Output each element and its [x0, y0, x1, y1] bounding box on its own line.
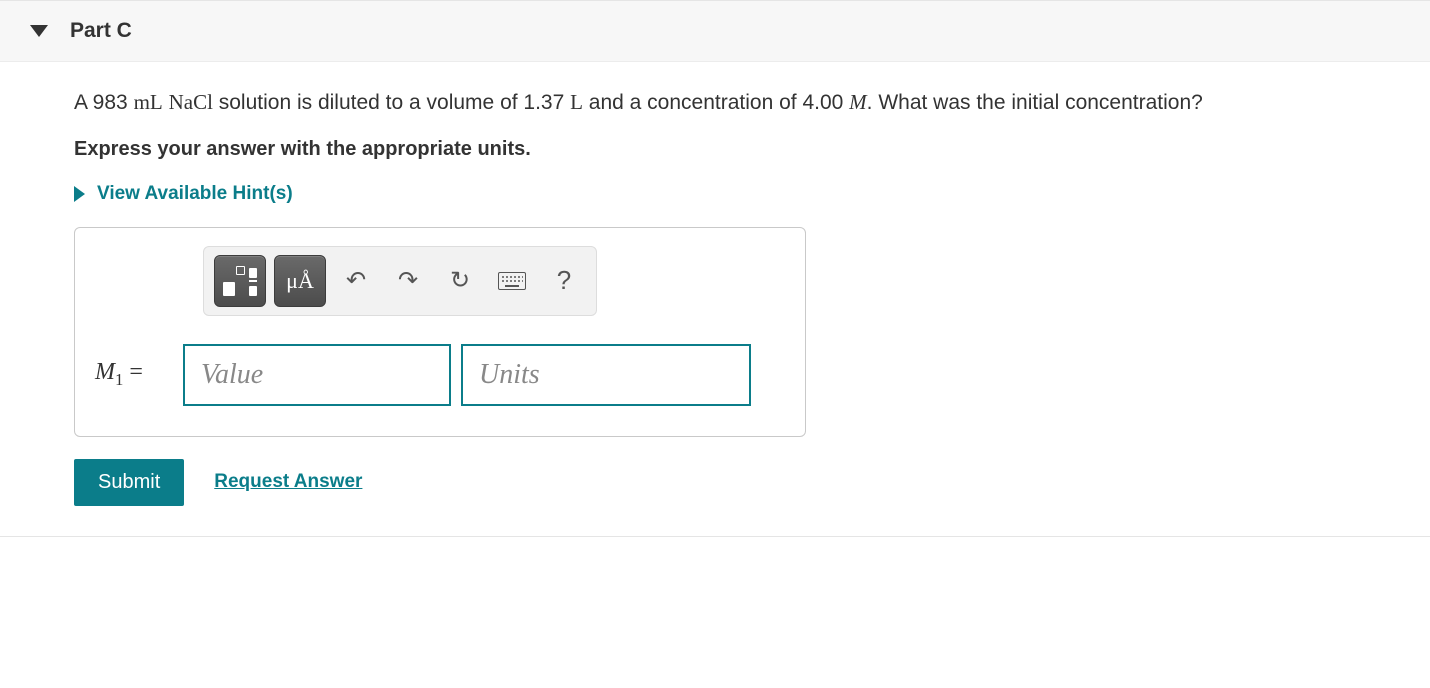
help-button[interactable]: ?	[542, 256, 586, 306]
request-answer-link[interactable]: Request Answer	[214, 471, 362, 493]
reset-button[interactable]: ↻	[438, 256, 482, 306]
mu-a-icon: μÅ	[286, 268, 314, 294]
help-icon: ?	[557, 265, 571, 296]
question-text: A 983 mL NaCl solution is diluted to a v…	[74, 86, 1360, 120]
undo-button[interactable]: ↶	[334, 256, 378, 306]
q-unit-ml: mL	[134, 90, 163, 114]
redo-icon: ↷	[398, 266, 418, 295]
instruction-text: Express your answer with the appropriate…	[74, 138, 1360, 161]
template-tool-button[interactable]	[214, 255, 266, 307]
answer-inputs: M1 = Value Units	[95, 344, 785, 406]
units-placeholder: Units	[479, 359, 540, 391]
editor-toolbar: μÅ ↶ ↷ ↻ ?	[203, 246, 597, 316]
part-header[interactable]: Part C	[0, 0, 1430, 62]
part-title: Part C	[70, 19, 132, 43]
undo-icon: ↶	[346, 266, 366, 295]
q-unit-m: M	[849, 90, 867, 114]
var-eq: =	[123, 359, 143, 385]
caret-right-icon	[74, 186, 85, 202]
view-hints-toggle[interactable]: View Available Hint(s)	[74, 183, 293, 205]
hints-label: View Available Hint(s)	[97, 183, 293, 205]
q-seg: A 983	[74, 91, 134, 114]
var-main: M	[95, 359, 115, 385]
keyboard-button[interactable]	[490, 256, 534, 306]
template-icon	[223, 266, 257, 296]
redo-button[interactable]: ↷	[386, 256, 430, 306]
value-input[interactable]: Value	[183, 344, 451, 406]
q-seg: and a concentration of 4.00	[583, 91, 849, 114]
keyboard-icon	[498, 272, 526, 290]
value-placeholder: Value	[201, 359, 263, 391]
reset-icon: ↻	[450, 266, 470, 295]
special-chars-button[interactable]: μÅ	[274, 255, 326, 307]
part-content: A 983 mL NaCl solution is diluted to a v…	[0, 62, 1430, 537]
q-chem: NaCl	[169, 90, 213, 114]
submit-button[interactable]: Submit	[74, 459, 184, 506]
units-input[interactable]: Units	[461, 344, 751, 406]
q-seg: solution is diluted to a volume of 1.37	[213, 91, 570, 114]
q-unit-l: L	[570, 90, 583, 114]
variable-label: M1 =	[95, 359, 165, 390]
answer-editor: μÅ ↶ ↷ ↻ ? M1 =	[74, 227, 806, 437]
q-seg: . What was the initial concentration?	[867, 91, 1203, 114]
action-row: Submit Request Answer	[74, 459, 1360, 506]
caret-down-icon	[30, 25, 48, 37]
